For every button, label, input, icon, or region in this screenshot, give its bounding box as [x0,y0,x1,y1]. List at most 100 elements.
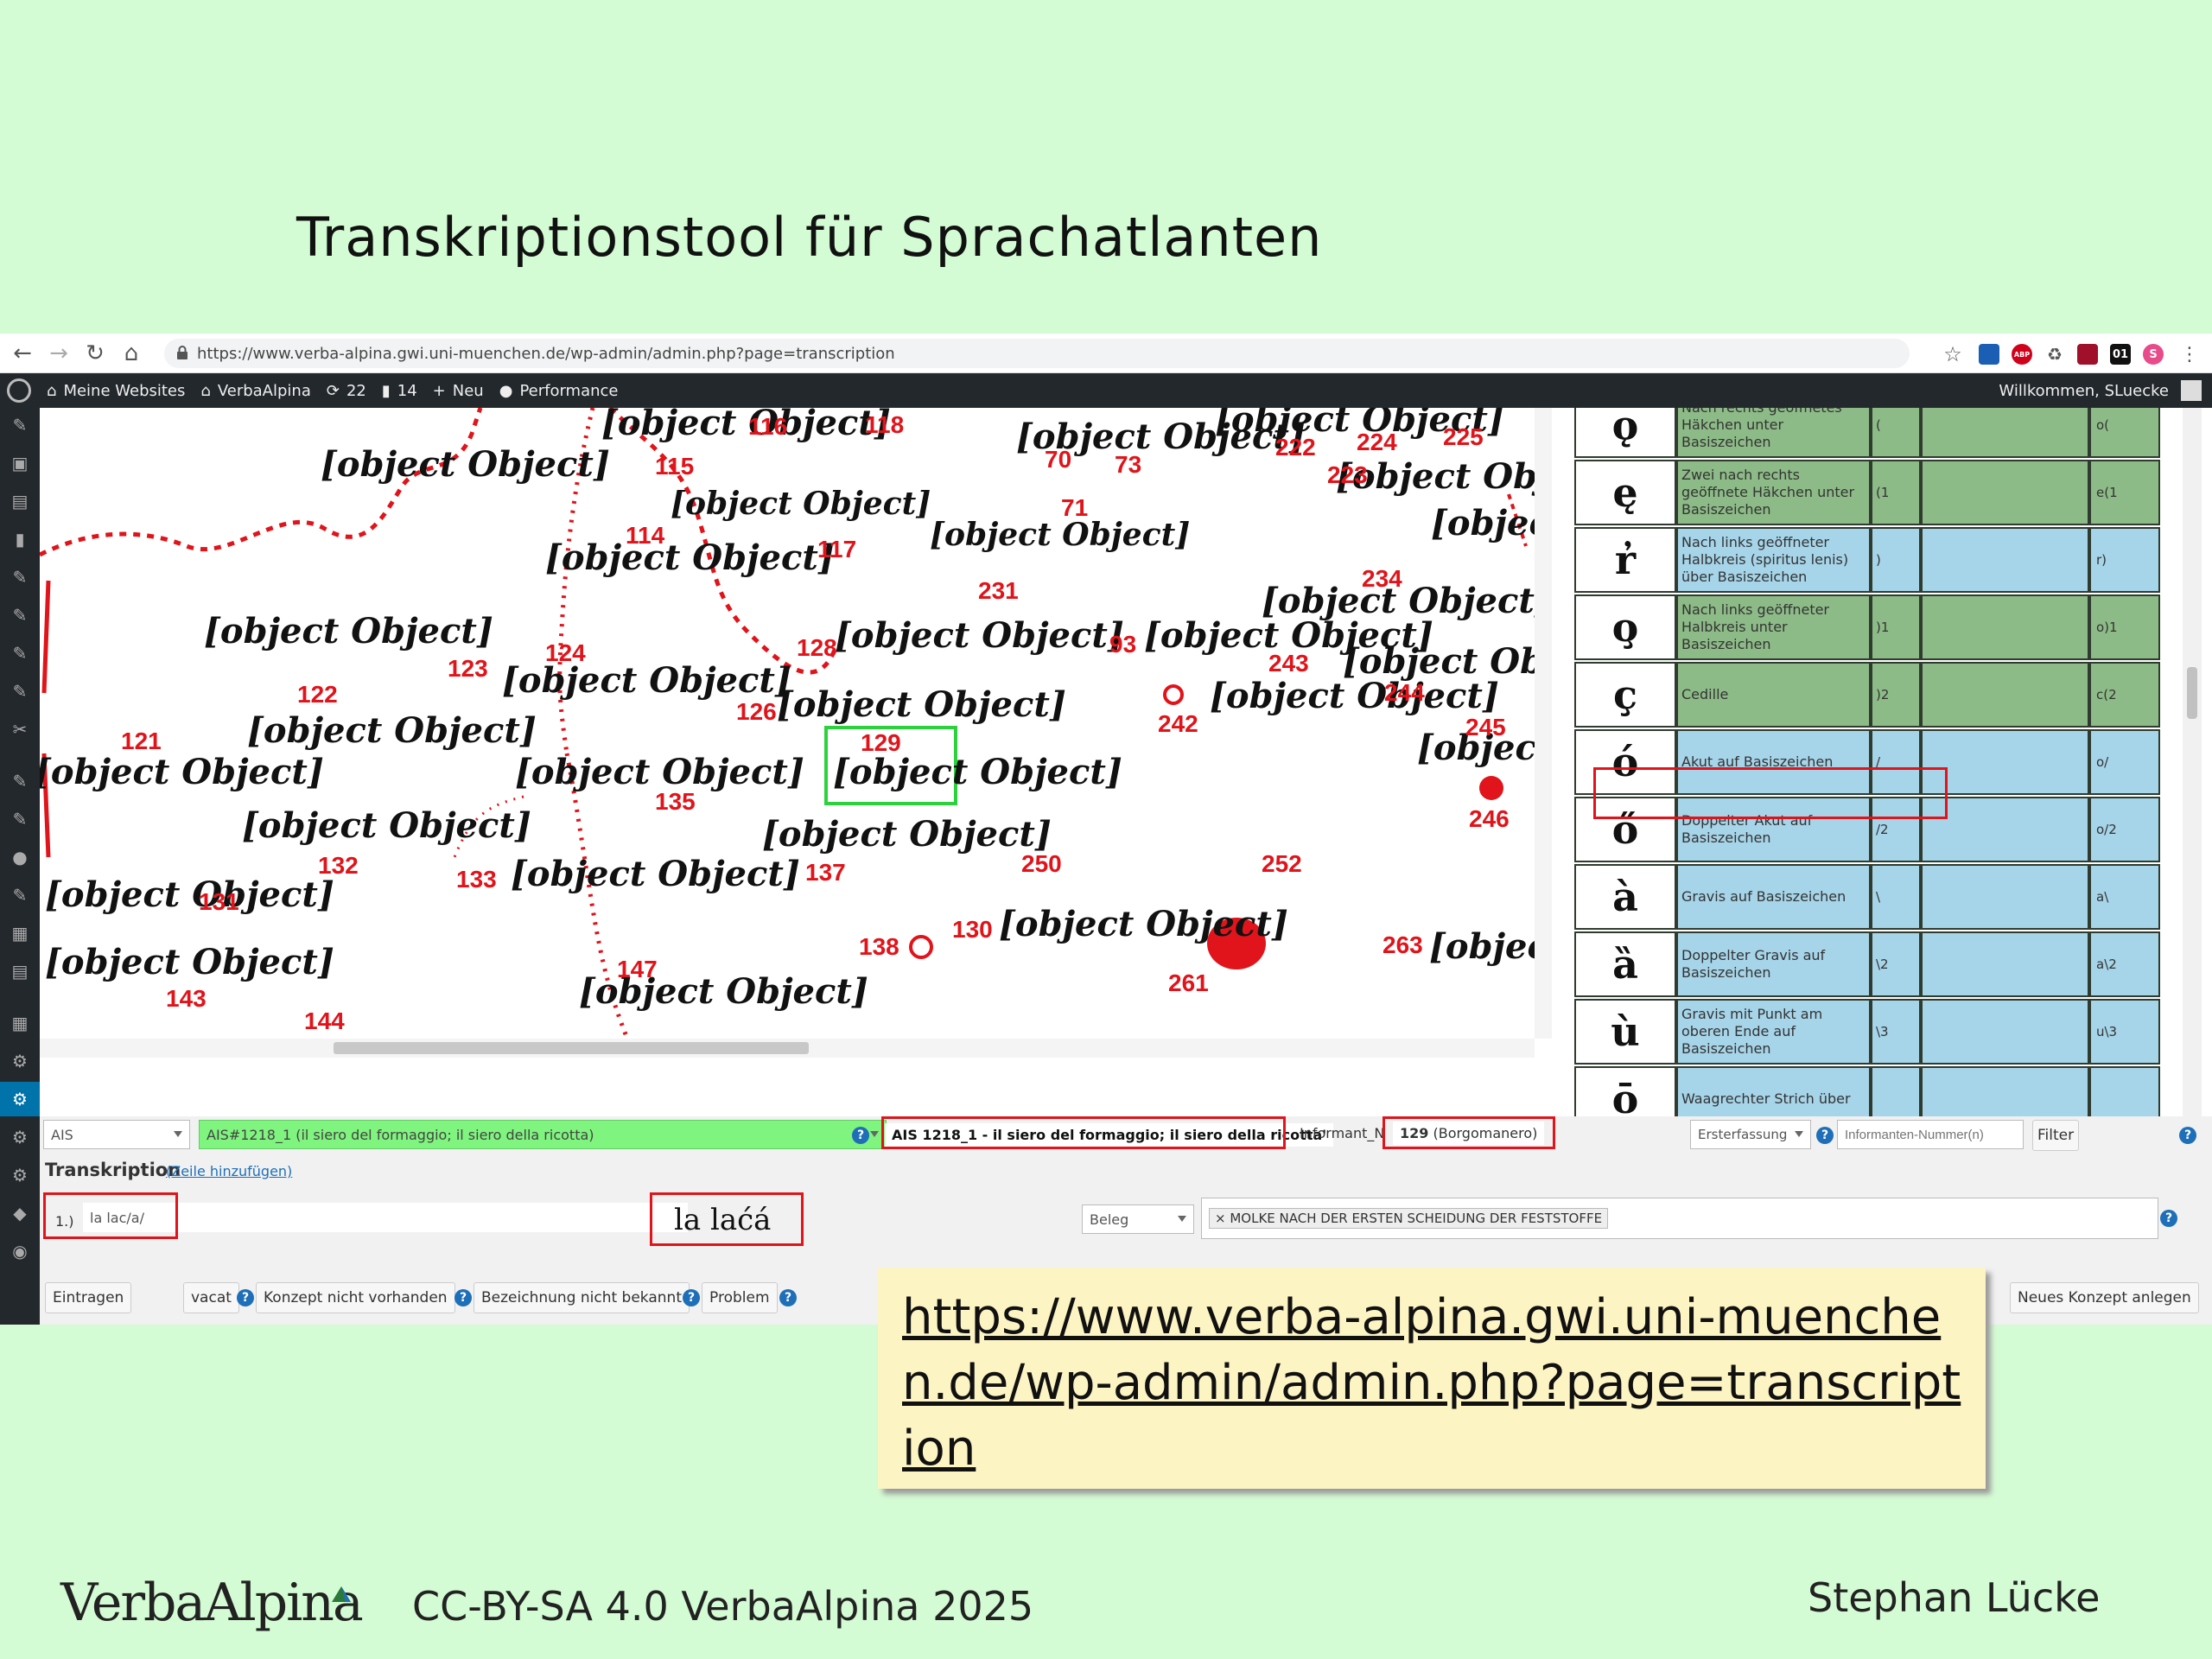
atlas-select[interactable]: AIS [43,1120,190,1149]
map-number: 242 [1158,710,1198,737]
neues-konzept-button[interactable]: Neues Konzept anlegen [2010,1282,2199,1313]
char-description: Nach rechts geöffnetes Häkchen unter Bas… [1676,408,1871,458]
remove-tag-icon[interactable]: × [1215,1211,1230,1226]
users-icon[interactable]: ● [10,847,30,868]
grid-icon[interactable]: ▦ [10,1013,30,1033]
char-row[interactable]: ō Waagrechter Strich über [1574,1066,2165,1116]
map-label: [object Object] [1210,676,1499,716]
map-number: 133 [456,866,497,893]
forward-icon[interactable]: → [45,340,73,367]
help-icon[interactable]: ? [237,1289,254,1306]
star-icon[interactable]: ☆ [1939,340,1967,368]
new-link[interactable]: + Neu [433,382,484,400]
map-number: 147 [617,956,658,982]
char-row[interactable]: ǫNach rechts geöffnetes Häkchen unter Ba… [1574,408,2165,458]
help-icon[interactable]: ? [683,1289,700,1306]
map-number: 137 [805,859,846,886]
char-row[interactable]: ę Zwei nach rechts geöffnete Häkchen unte… [1574,460,2165,525]
brush-icon[interactable]: ✎ [10,809,30,830]
media-icon[interactable]: ▣ [10,453,30,474]
table-scrollbar[interactable] [2183,408,2202,1116]
map-label: [object Object] [545,537,835,578]
char-row[interactable]: à Gravis auf Basiszeichen \ a\ [1574,864,2165,930]
atlas-map[interactable]: [object Object] [object Object] [object … [40,408,1535,1039]
char-glyph: ō [1574,1066,1676,1116]
pin-icon[interactable]: ✎ [10,605,30,626]
updates-link[interactable]: ⟳ 22 [327,382,366,400]
back-icon[interactable]: ← [9,340,36,367]
list-icon[interactable]: ▤ [10,961,30,982]
url-field[interactable]: https://www.verba-alpina.gwi.uni-muenche… [164,339,1910,368]
user-avatar[interactable] [2181,380,2202,401]
help-icon[interactable]: ? [2179,1127,2196,1144]
ublock-ext-icon[interactable] [2077,344,2098,365]
home-icon[interactable]: ⌂ [118,340,145,367]
tag-icon[interactable]: ◆ [10,1203,30,1224]
adblock-ext-icon[interactable]: ABP [2012,344,2032,365]
welcome-text[interactable]: Willkommen, SLuecke [1999,382,2169,400]
site-name-link[interactable]: ⌂ VerbaAlpina [200,382,310,400]
pin-icon[interactable]: ✎ [10,643,30,664]
help-icon[interactable]: ? [2160,1210,2177,1227]
collapse-icon[interactable]: ◉ [10,1241,30,1262]
recycle-ext-icon[interactable]: ♻ [2044,344,2065,365]
char-row[interactable]: ç Cedille)2 c(2 [1574,662,2165,728]
profile-avatar[interactable]: S [2143,344,2164,365]
char-row[interactable]: o̧ Nach links geöffneter Halbkreis unter … [1574,594,2165,660]
gear-icon[interactable]: ⚙ [10,1165,30,1185]
eintragen-button[interactable]: Eintragen [45,1282,132,1313]
pin-icon[interactable]: ✎ [10,681,30,702]
ersterfassung-value: Ersterfassung [1698,1127,1788,1142]
reload-icon[interactable]: ↻ [81,340,109,367]
map-number: 116 [748,413,788,440]
pin-icon[interactable]: ✎ [10,567,30,588]
char-row[interactable]: ù Gravis mit Punkt am oberen Ende auf Bas… [1574,999,2165,1065]
performance-link[interactable]: ● Performance [499,382,619,400]
binary-ext-icon[interactable]: 01 [2110,344,2131,365]
char-row[interactable]: ȁ Doppelter Gravis auf Basiszeichen \2 a\2 [1574,931,2165,997]
tools-icon[interactable]: ✂ [10,719,30,740]
concept-tag[interactable]: × MOLKE NACH DER ERSTEN SCHEIDUNG DER FE… [1209,1208,1609,1229]
map-label: [object Object] [601,408,891,443]
plus-icon: + [432,381,446,400]
char-row[interactable]: r̓ Nach links geöffneter Halbkreis (spiri… [1574,527,2165,593]
ersterfassung-select[interactable]: Ersterfassung [1690,1120,1811,1149]
pages-icon[interactable]: ▤ [10,491,30,512]
map-number: 124 [545,639,586,666]
help-icon[interactable]: ? [852,1127,869,1144]
menu-icon[interactable]: ⋮ [2176,340,2203,368]
table-icon[interactable]: ▦ [10,923,30,944]
scroll-thumb[interactable] [334,1042,809,1054]
char-code [1871,1066,1921,1116]
help-icon[interactable]: ? [779,1289,797,1306]
help-icon[interactable]: ? [1816,1127,1834,1144]
gear-icon[interactable]: ⚙ [10,1051,30,1071]
comments-icon[interactable]: ▮ [10,529,30,550]
add-line-link[interactable]: (Zeile hinzufügen) [166,1163,292,1179]
informant-number-input[interactable] [1837,1120,2024,1149]
bezeichnung-button[interactable]: Bezeichnung nicht bekannt [474,1282,690,1313]
help-icon[interactable]: ? [454,1289,472,1306]
problem-button[interactable]: Problem [702,1282,778,1313]
char-glyph: o̧ [1574,594,1676,660]
gear-icon[interactable]: ⚙ [10,1089,30,1109]
my-sites-label: Meine Websites [63,381,186,400]
konzept-button[interactable]: Konzept nicht vorhanden [256,1282,455,1313]
comments-link[interactable]: ▮ 14 [382,382,417,400]
gear-icon[interactable]: ⚙ [10,1127,30,1147]
callout-link[interactable]: https://www.verba-alpina.gwi.uni-muenche… [902,1289,1961,1477]
my-sites-link[interactable]: ⌂ Meine Websites [47,382,185,400]
map-select[interactable]: AIS#1218_1 (il siero del formaggio; il s… [199,1120,887,1149]
concept-field[interactable]: × MOLKE NACH DER ERSTEN SCHEIDUNG DER FE… [1201,1198,2158,1239]
map-horizontal-scrollbar[interactable] [40,1039,1535,1058]
bookmark-ext-icon[interactable] [1979,344,1999,365]
pin-icon[interactable]: ✎ [10,415,30,435]
map-vertical-scrollbar[interactable] [1535,408,1552,1039]
vacat-button[interactable]: vacat [183,1282,239,1313]
plugin-icon[interactable]: ✎ [10,771,30,791]
filter-button[interactable]: Filter [2032,1120,2079,1151]
wrench-icon[interactable]: ✎ [10,885,30,906]
beleg-select[interactable]: Beleg [1082,1205,1194,1234]
wordpress-logo-icon[interactable] [7,378,31,403]
scroll-thumb[interactable] [2187,667,2197,719]
